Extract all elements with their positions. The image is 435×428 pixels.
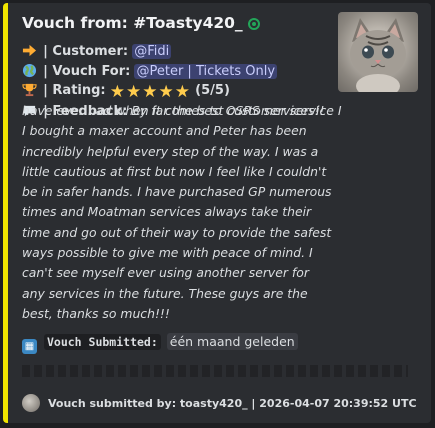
customer-label: | Customer:: [43, 44, 129, 59]
calendar-icon: ▦: [22, 339, 37, 354]
trophy-icon: [22, 83, 37, 97]
customer-mention[interactable]: @Fidi: [132, 44, 172, 59]
star-icon: ★: [174, 82, 191, 102]
globe-icon: [22, 63, 37, 77]
rating-label: | Rating:: [43, 83, 106, 98]
hidden-spoiler-strip: [22, 365, 408, 377]
check-circle-icon: [247, 18, 260, 30]
footer-text: Vouch submitted by: toasty420_ | 2026-04…: [48, 397, 417, 410]
vouch-for-label: | Vouch For:: [43, 63, 131, 79]
submitted-timestamp[interactable]: één maand geleden: [166, 333, 298, 350]
customer-row: | Customer: @Fidi: [22, 42, 332, 62]
embed-title: Vouch from: #Toasty420_: [22, 14, 260, 32]
footer-avatar: [22, 394, 40, 412]
embed-thumbnail-kitten: [338, 12, 418, 92]
star-icon: ★: [126, 82, 142, 102]
feedback-body: have ever had when it comes to OSRS serv…: [22, 101, 332, 324]
vouch-for-row: | Vouch For: @Peter | Tickets Only: [22, 62, 332, 82]
vouch-submitted-label: Vouch Submitted:: [43, 334, 161, 350]
embed-title-text: Vouch from: #Toasty420_: [22, 14, 243, 32]
arrow-right-icon: [22, 44, 37, 57]
star-icon: ★: [142, 82, 158, 102]
feedback-text: have ever had when it comes to OSRS serv…: [22, 103, 332, 321]
vouch-submitted-row: ▦ Vouch Submitted: één maand geleden: [22, 333, 298, 354]
star-icon: ★: [158, 82, 174, 102]
vouch-embed: Vouch from: #Toasty420_ | Customer: @Fid…: [3, 3, 431, 423]
rating-row: | Rating: ★★★★★ (5/5): [22, 81, 332, 101]
vouch-for-mention[interactable]: @Peter | Tickets Only: [134, 63, 278, 79]
embed-accent-bar: [3, 3, 8, 423]
star-icon: ★: [109, 82, 126, 102]
embed-footer: Vouch submitted by: toasty420_ | 2026-04…: [22, 394, 417, 412]
rating-text: (5/5): [195, 83, 230, 98]
